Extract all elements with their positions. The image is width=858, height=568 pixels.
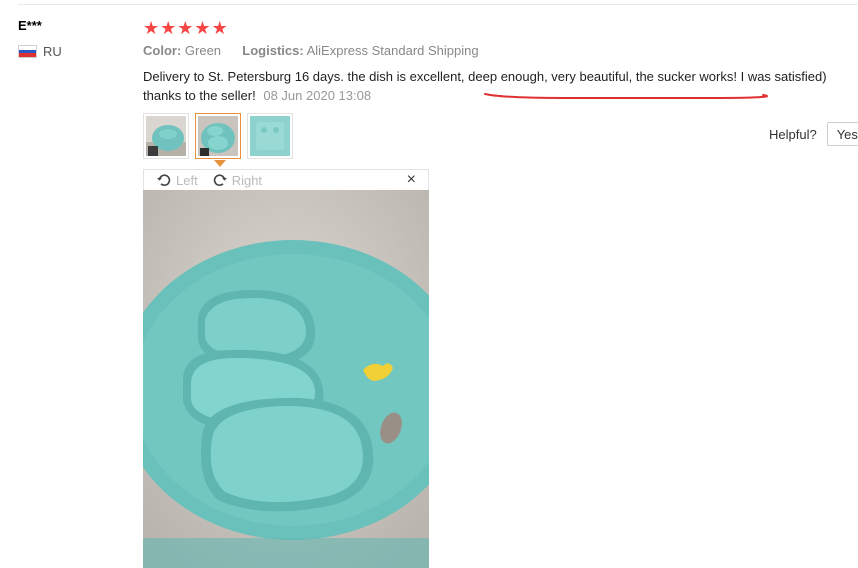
thumbnail-image xyxy=(198,116,238,156)
star-icon: ★ xyxy=(160,18,177,38)
rotate-left-label: Left xyxy=(176,172,198,188)
photo-viewer-toolbar: Left Right × xyxy=(143,169,429,190)
thumbnail-image xyxy=(146,116,186,156)
photo-thumbnail[interactable] xyxy=(143,113,189,159)
color-label: Color: xyxy=(143,43,182,58)
rotate-right-label: Right xyxy=(231,172,263,188)
star-icon: ★ xyxy=(211,18,228,38)
rotate-right-icon xyxy=(213,174,227,186)
red-underline-annotation xyxy=(484,93,768,99)
helpful-section: Helpful? Yes xyxy=(769,122,858,146)
review-photo-thumbnails xyxy=(143,113,293,159)
close-icon[interactable]: × xyxy=(407,171,416,189)
star-rating: ★ ★ ★ ★ ★ xyxy=(143,18,228,38)
logistics-label: Logistics: xyxy=(242,43,304,58)
star-icon: ★ xyxy=(194,18,211,38)
rotate-left-icon xyxy=(157,174,171,186)
color-value: Green xyxy=(184,43,222,58)
thumbnail-image xyxy=(250,116,290,156)
country-code: RU xyxy=(43,44,62,59)
enlarged-review-photo xyxy=(143,190,429,568)
rotate-left-button[interactable]: Left xyxy=(156,172,198,188)
photo-thumbnail-selected[interactable] xyxy=(195,113,241,159)
review-body: Delivery to St. Petersburg 16 days. the … xyxy=(143,67,858,105)
photo-thumbnail[interactable] xyxy=(247,113,293,159)
order-info: Color: Green Logistics: AliExpress Stand… xyxy=(143,43,479,58)
reviewer-country: RU xyxy=(18,44,62,59)
rotate-right-button[interactable]: Right xyxy=(212,172,262,188)
star-icon: ★ xyxy=(143,18,160,38)
helpful-label: Helpful? xyxy=(769,126,817,142)
logistics-value: AliExpress Standard Shipping xyxy=(306,43,479,58)
plate-photo xyxy=(143,190,429,568)
star-icon: ★ xyxy=(177,18,194,38)
divider xyxy=(18,4,858,5)
selected-thumbnail-pointer xyxy=(214,160,226,167)
russia-flag-icon xyxy=(18,45,37,58)
helpful-yes-button[interactable]: Yes xyxy=(826,122,858,146)
reviewer-name: E*** xyxy=(18,18,42,33)
